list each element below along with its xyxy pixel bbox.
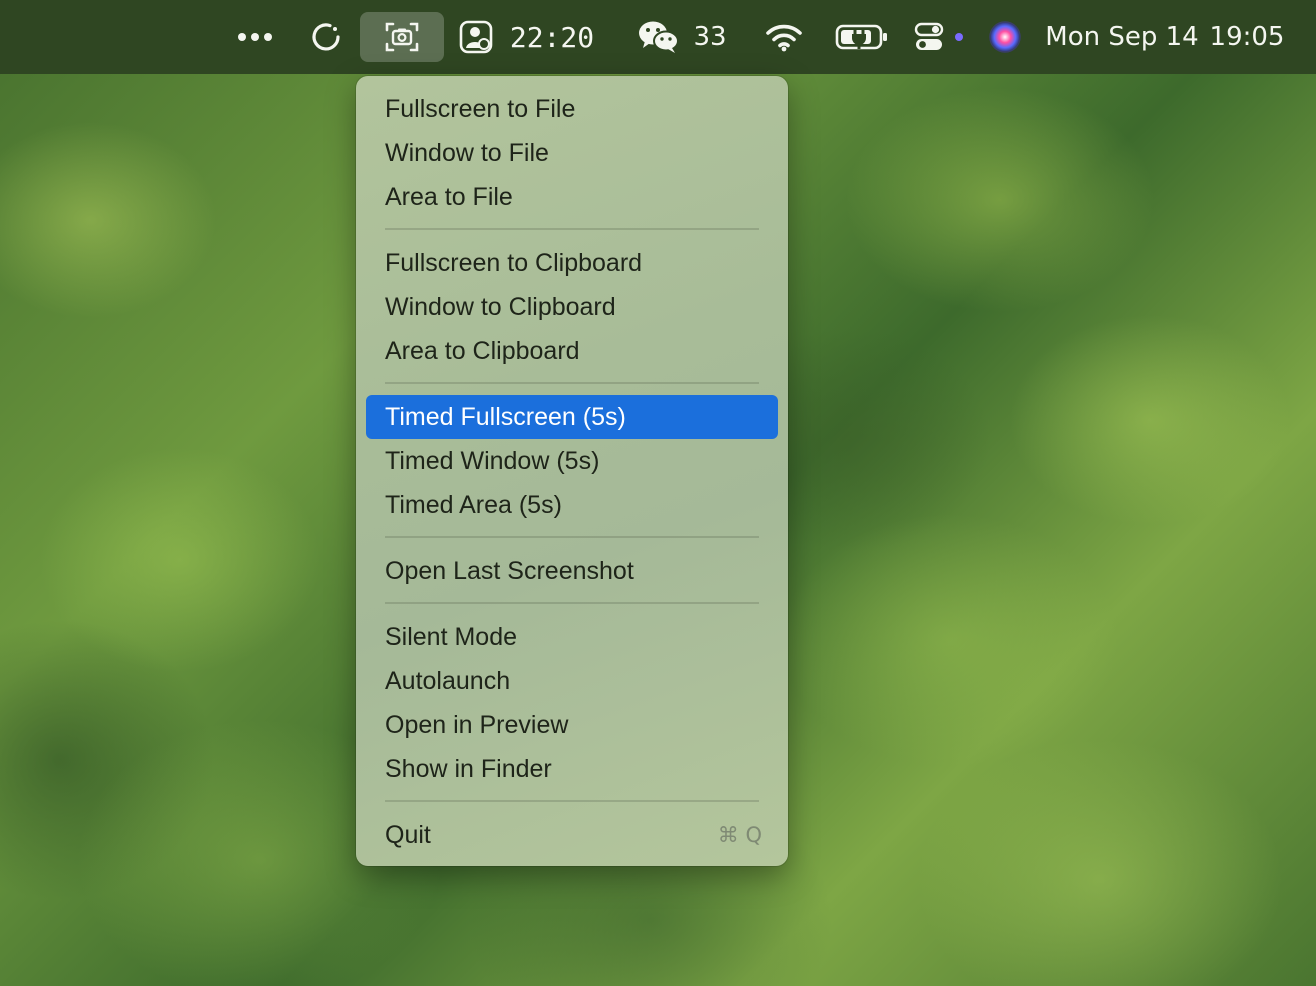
siri-icon xyxy=(988,20,1022,54)
menu-bar: 22:20 33 Mon Sep 14 19:05 xyxy=(0,0,1316,74)
menu-item-label: Timed Fullscreen (5s) xyxy=(385,402,626,431)
camera-icon xyxy=(384,20,420,54)
screenshot-dropdown-menu: Fullscreen to File Window to File Area t… xyxy=(356,76,788,866)
time-tracker-button[interactable] xyxy=(458,0,494,74)
circular-arrow-icon xyxy=(309,20,343,54)
menu-item-area-to-file[interactable]: Area to File xyxy=(366,175,778,219)
menu-item-timed-area[interactable]: Timed Area (5s) xyxy=(366,483,778,527)
sync-status-button[interactable] xyxy=(304,0,348,74)
toggles-icon xyxy=(911,22,967,52)
battery-charging-icon xyxy=(835,23,889,51)
wechat-button[interactable] xyxy=(636,0,682,74)
battery-button[interactable] xyxy=(834,0,890,74)
menu-item-autolaunch[interactable]: Autolaunch xyxy=(366,659,778,703)
ellipsis-icon xyxy=(237,32,273,42)
timer-text: 22:20 xyxy=(509,20,595,54)
menu-item-label: Open in Preview xyxy=(385,710,569,739)
screenshot-menu-button[interactable] xyxy=(360,0,444,74)
menu-item-label: Timed Window (5s) xyxy=(385,446,600,475)
date-display[interactable]: Mon Sep 14 xyxy=(1045,0,1199,74)
clock-display[interactable]: 19:05 xyxy=(1208,0,1286,74)
menu-item-timed-fullscreen[interactable]: Timed Fullscreen (5s) xyxy=(366,395,778,439)
menu-item-label: Open Last Screenshot xyxy=(385,556,634,585)
menu-separator xyxy=(385,536,759,538)
menu-separator xyxy=(385,800,759,802)
menu-item-label: Area to File xyxy=(385,182,513,211)
menu-item-silent-mode[interactable]: Silent Mode xyxy=(366,615,778,659)
menu-item-label: Area to Clipboard xyxy=(385,336,580,365)
menu-item-label: Show in Finder xyxy=(385,754,552,783)
menu-separator xyxy=(385,228,759,230)
menu-item-area-to-clipboard[interactable]: Area to Clipboard xyxy=(366,329,778,373)
date-text: Mon Sep 14 xyxy=(1045,22,1199,52)
menu-item-label: Window to File xyxy=(385,138,549,167)
menu-item-label: Autolaunch xyxy=(385,666,511,695)
menu-item-label: Window to Clipboard xyxy=(385,292,616,321)
menu-item-quit[interactable]: Quit ⌘ Q xyxy=(366,813,778,857)
menu-item-label: Timed Area (5s) xyxy=(385,490,562,519)
menu-item-label: Fullscreen to Clipboard xyxy=(385,248,643,277)
menu-item-timed-window[interactable]: Timed Window (5s) xyxy=(366,439,778,483)
menu-item-label: Fullscreen to File xyxy=(385,94,576,123)
wechat-unread-count[interactable]: 33 xyxy=(690,0,730,74)
time-text: 19:05 xyxy=(1209,22,1285,52)
control-center-button[interactable] xyxy=(910,0,968,74)
wifi-icon xyxy=(765,22,803,52)
menu-separator xyxy=(385,602,759,604)
menu-item-fullscreen-to-file[interactable]: Fullscreen to File xyxy=(366,87,778,131)
menu-item-window-to-file[interactable]: Window to File xyxy=(366,131,778,175)
menu-separator xyxy=(385,382,759,384)
menu-item-open-last-screenshot[interactable]: Open Last Screenshot xyxy=(366,549,778,593)
more-items-button[interactable] xyxy=(232,0,278,74)
siri-button[interactable] xyxy=(986,0,1024,74)
person-card-icon xyxy=(459,20,493,54)
menu-item-show-in-finder[interactable]: Show in Finder xyxy=(366,747,778,791)
menu-item-window-to-clipboard[interactable]: Window to Clipboard xyxy=(366,285,778,329)
menu-item-label: Silent Mode xyxy=(385,622,518,651)
menu-item-open-in-preview[interactable]: Open in Preview xyxy=(366,703,778,747)
keyboard-shortcut: ⌘ Q xyxy=(717,823,762,847)
menu-item-label: Quit xyxy=(385,820,431,849)
menu-item-fullscreen-to-clipboard[interactable]: Fullscreen to Clipboard xyxy=(366,241,778,285)
timer-readout[interactable]: 22:20 xyxy=(502,0,602,74)
wifi-button[interactable] xyxy=(764,0,804,74)
wechat-icon xyxy=(637,19,681,55)
wechat-count-text: 33 xyxy=(693,22,727,52)
